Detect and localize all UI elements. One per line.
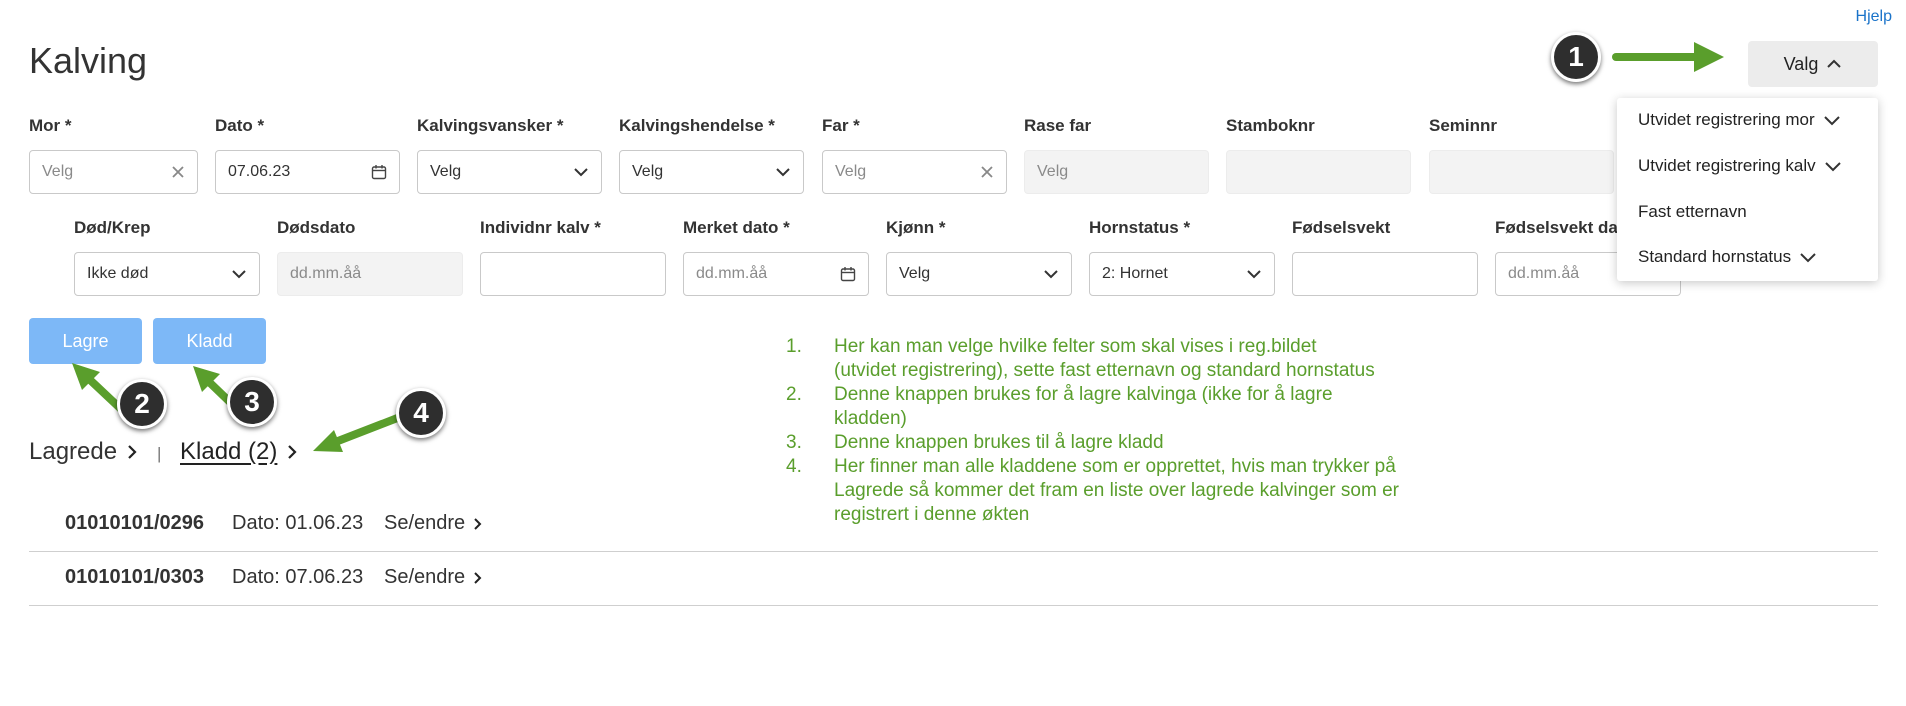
menu-item-utvidet-mor[interactable]: Utvidet registrering mor	[1638, 110, 1841, 130]
arrow-icon	[72, 363, 126, 414]
arrow-icon	[1612, 42, 1724, 72]
menu-item-label: Standard hornstatus	[1638, 247, 1792, 266]
menu-item-standard-hornstatus[interactable]: Standard hornstatus	[1638, 247, 1817, 267]
menu-item-label: Utvidet registrering mor	[1638, 110, 1815, 129]
annotation-marker-3: 3	[227, 377, 277, 427]
chevron-down-icon	[1823, 115, 1840, 125]
annotation-marker-2: 2	[117, 379, 167, 429]
valg-menu: Utvidet registrering mor Utvidet registr…	[1617, 98, 1878, 281]
menu-item-utvidet-kalv[interactable]: Utvidet registrering kalv	[1638, 156, 1842, 176]
chevron-down-icon	[1800, 252, 1816, 262]
annotation-marker-4: 4	[396, 388, 446, 438]
chevron-down-icon	[1824, 161, 1841, 171]
menu-item-label: Utvidet registrering kalv	[1638, 156, 1816, 175]
annotation-marker-1: 1	[1551, 32, 1601, 82]
menu-item-label: Fast etternavn	[1638, 202, 1747, 221]
arrow-icon	[313, 413, 404, 452]
menu-item-fast-etternavn[interactable]: Fast etternavn	[1638, 202, 1747, 222]
